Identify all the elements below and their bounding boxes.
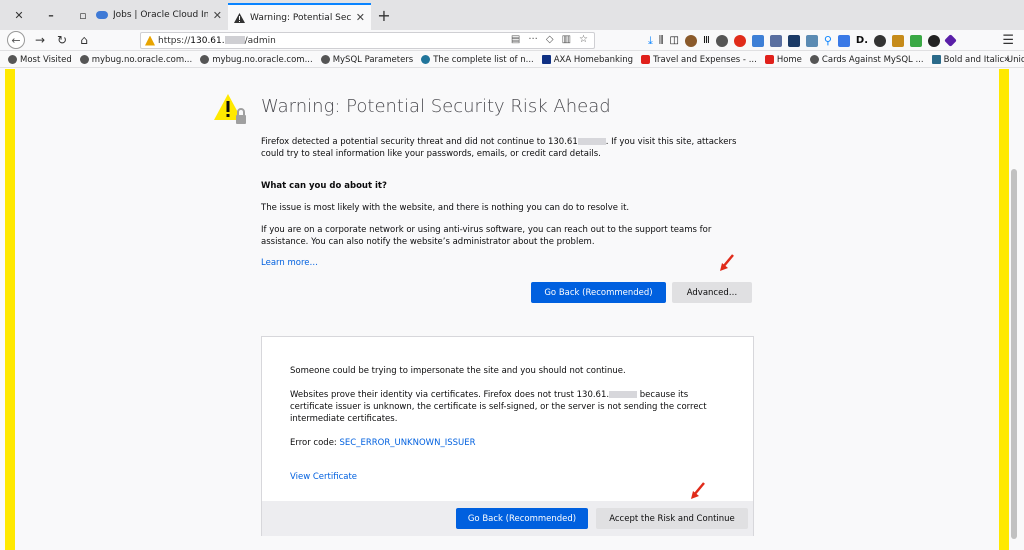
extension-icon[interactable]	[787, 34, 800, 47]
tab-warning[interactable]: Warning: Potential Security Ri ✕	[228, 3, 371, 30]
minimize-window-icon[interactable]: –	[44, 9, 58, 22]
impersonate-text: Someone could be trying to impersonate t…	[290, 366, 626, 376]
extension-icon[interactable]	[874, 34, 887, 47]
window-controls: ✕ – ▫	[0, 0, 90, 30]
nav-bar: ← → ↻ ⌂ https://130.61./admin ▤ ··· ◇ ▥ …	[0, 30, 1024, 51]
warning-stripe-right	[999, 69, 1009, 550]
bookmark-item[interactable]: Most Visited	[4, 55, 76, 65]
intro-text: Firefox detected a potential security th…	[261, 137, 737, 159]
extension-icon[interactable]	[892, 34, 905, 47]
extension-icon[interactable]	[910, 34, 923, 47]
forward-button[interactable]: →	[29, 33, 51, 47]
advanced-button[interactable]: Advanced…	[672, 282, 752, 303]
error-page: Warning: Potential Security Risk Ahead F…	[0, 69, 1024, 550]
bookmark-item[interactable]: AXA Homebanking	[538, 55, 637, 65]
error-code-link[interactable]: SEC_ERROR_UNKNOWN_ISSUER	[340, 438, 476, 448]
search-icon[interactable]: ⚲	[824, 34, 832, 47]
oracle-icon	[641, 55, 651, 64]
bookmark-item[interactable]: The complete list of n...	[417, 55, 538, 65]
bookmark-item[interactable]: Home	[761, 55, 806, 65]
network-text: If you are on a corporate network or usi…	[261, 225, 712, 247]
globe-icon	[809, 55, 819, 64]
globe-icon	[200, 55, 210, 64]
bookmark-star-icon[interactable]: ☆	[579, 34, 588, 45]
download-icon[interactable]: ⤓	[648, 34, 653, 48]
maximize-window-icon[interactable]: ▫	[76, 9, 90, 22]
accept-risk-button[interactable]: Accept the Risk and Continue	[596, 508, 748, 529]
issue-text: The issue is most likely with the websit…	[261, 203, 630, 213]
adblock-icon[interactable]	[733, 34, 746, 47]
back-button[interactable]: ←	[7, 31, 25, 49]
bookmark-item[interactable]: mybug.no.oracle.com...	[76, 55, 196, 65]
go-back-button[interactable]: Go Back (Recommended)	[531, 282, 666, 303]
page-title: Warning: Potential Security Risk Ahead	[261, 96, 611, 117]
advanced-panel-footer: Go Back (Recommended) Accept the Risk an…	[262, 501, 753, 536]
hamburger-menu-icon[interactable]: ☰	[1002, 33, 1014, 48]
extension-icon[interactable]: Ⅲ	[703, 35, 710, 46]
tab-jobs[interactable]: Jobs | Oracle Cloud Infrastru ✕	[90, 0, 228, 30]
extension-icon[interactable]	[684, 34, 697, 47]
scrollbar[interactable]	[1011, 169, 1017, 539]
app-icon	[931, 55, 941, 64]
extension-icon[interactable]	[928, 34, 941, 47]
extension-icon[interactable]	[751, 34, 764, 47]
close-window-icon[interactable]: ✕	[12, 9, 26, 22]
extension-icon[interactable]	[944, 34, 957, 47]
warning-icon	[234, 12, 245, 23]
insecure-lock-icon[interactable]	[145, 35, 155, 46]
warning-stripe-left	[5, 69, 15, 550]
view-certificate-link[interactable]: View Certificate	[290, 471, 390, 483]
error-code-line: Error code: SEC_ERROR_UNKNOWN_ISSUER	[290, 438, 476, 448]
reader-view-icon[interactable]: ▤	[511, 34, 520, 45]
gear-icon	[8, 55, 17, 64]
what-heading: What can you do about it?	[261, 181, 387, 191]
tab-title: Jobs | Oracle Cloud Infrastru	[113, 10, 208, 20]
tab-bar: ✕ – ▫ Jobs | Oracle Cloud Infrastru ✕ Wa…	[0, 0, 1024, 30]
cloud-icon	[96, 11, 108, 19]
globe-icon	[320, 55, 330, 64]
extension-icon[interactable]	[769, 34, 782, 47]
tab-title: Warning: Potential Security Ri	[250, 12, 351, 23]
bookmark-item[interactable]: MySQL Parameters	[317, 55, 418, 65]
url-text: https://130.61./admin	[158, 35, 276, 46]
library-icon[interactable]: ⫼	[659, 35, 664, 46]
url-actions: ▤ ··· ◇ ▥ ☆	[511, 34, 588, 45]
new-tab-button[interactable]: +	[371, 0, 397, 30]
trash-icon[interactable]: ▥	[562, 34, 571, 45]
globe-icon	[79, 55, 89, 64]
close-tab-icon[interactable]: ✕	[356, 11, 365, 24]
extension-icon[interactable]	[805, 34, 818, 47]
red-arrow-annotation	[720, 254, 734, 271]
axa-icon	[541, 55, 551, 64]
extension-icon[interactable]	[715, 34, 728, 47]
learn-more-link[interactable]: Learn more…	[261, 257, 341, 269]
bookmark-item[interactable]: mybug.no.oracle.com...	[196, 55, 316, 65]
redacted-host	[577, 138, 606, 145]
pocket-icon[interactable]: ◇	[546, 34, 554, 45]
bookmark-item[interactable]: Cards Against MySQL ...	[806, 55, 928, 65]
url-bar[interactable]: https://130.61./admin ▤ ··· ◇ ▥ ☆	[140, 32, 595, 49]
bookmark-item[interactable]: Travel and Expenses - ...	[637, 55, 761, 65]
close-tab-icon[interactable]: ✕	[213, 9, 222, 22]
extension-icon[interactable]: D.	[856, 35, 868, 46]
extension-icon[interactable]	[837, 34, 850, 47]
toolbar-extensions: ⤓ ⫼ ◫ Ⅲ ⚲ D.	[648, 30, 957, 51]
page-actions-icon[interactable]: ···	[528, 34, 538, 45]
redacted-host	[224, 36, 245, 44]
certificate-text: Websites prove their identity via certif…	[290, 390, 707, 424]
go-back-button[interactable]: Go Back (Recommended)	[456, 508, 588, 529]
advanced-panel: Someone could be trying to impersonate t…	[261, 336, 754, 536]
bookmarks-bar: Most Visited mybug.no.oracle.com... mybu…	[0, 52, 1024, 68]
home-button[interactable]: ⌂	[73, 33, 95, 47]
red-arrow-annotation	[691, 482, 705, 499]
oracle-icon	[764, 55, 774, 64]
bookmarks-overflow-icon[interactable]: »	[1004, 54, 1010, 65]
redacted-host	[609, 391, 638, 398]
sidebar-icon[interactable]: ◫	[669, 35, 678, 46]
security-warning-icon	[214, 94, 246, 124]
wordpress-icon	[421, 55, 431, 64]
reload-button[interactable]: ↻	[51, 33, 73, 47]
